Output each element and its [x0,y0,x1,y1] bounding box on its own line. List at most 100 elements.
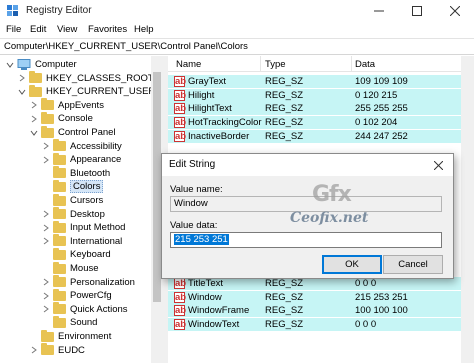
chevron-right-icon[interactable] [42,237,50,245]
chevron-down-icon[interactable] [6,61,14,69]
list-scrollbar[interactable] [461,56,474,363]
tree-item[interactable]: International [42,234,122,248]
list-row[interactable]: ab InactiveBorder REG_SZ 244 247 252 [168,129,474,143]
minimize-button[interactable] [360,0,398,22]
tree-item[interactable]: Computer [6,58,77,71]
folder-icon [53,302,66,315]
value-type: REG_SZ [265,319,304,331]
value-name-label: Value name: [170,184,223,195]
folder-icon [53,193,66,206]
tree-item[interactable]: Accessibility [42,139,122,153]
tree-item[interactable]: Input Method [42,220,125,234]
tree-item[interactable]: Desktop [42,207,105,221]
list-row[interactable]: ab WindowText REG_SZ 0 0 0 [168,318,474,332]
folder-icon [41,125,54,138]
menu-favorites[interactable]: Favorites [88,24,127,35]
list-row[interactable]: ab Window REG_SZ 215 253 251 [168,290,474,304]
value-type: REG_SZ [265,89,304,101]
dialog-close-button[interactable] [423,154,453,176]
value-name: Window [188,291,222,303]
menu-view[interactable]: View [57,24,77,35]
tree-item-label: Bluetooth [70,167,111,179]
chevron-right-icon[interactable] [18,74,26,82]
value-data: 255 255 255 [355,103,408,115]
list-row[interactable]: ab HilightText REG_SZ 255 255 255 [168,102,474,116]
watermark-site: Ceofix.net [290,210,369,226]
string-value-icon: ab [174,103,187,115]
close-button[interactable] [436,0,474,22]
site-watermark: Gfx Ceofix.net [282,182,392,242]
tree-item[interactable]: Colors [42,179,104,194]
chevron-right-icon[interactable] [42,224,50,232]
value-name: TitleText [188,278,224,289]
value-name: HotTrackingColor [188,117,262,129]
column-type[interactable]: Type [265,59,286,70]
list-row[interactable]: ab WindowFrame REG_SZ 100 100 100 [168,304,474,318]
watermark-logo: Gfx [312,182,352,207]
ok-button[interactable]: OK [322,255,382,274]
tree-item[interactable]: Environment [30,329,111,343]
tree-item[interactable]: Console [30,111,93,125]
chevron-right-icon[interactable] [42,305,50,313]
value-data: 109 109 109 [355,76,408,87]
tree-item[interactable]: HKEY_CLASSES_ROOT [18,71,154,85]
chevron-right-icon[interactable] [42,156,50,164]
chevron-right-icon[interactable] [42,142,50,150]
chevron-right-icon[interactable] [30,115,38,123]
value-name-text: Window [174,198,208,209]
folder-icon [53,288,66,301]
tree-item[interactable]: Personalization [42,275,135,289]
tree-item[interactable]: Appearance [42,152,121,166]
folder-icon [41,111,54,124]
list-row[interactable]: ab GrayText REG_SZ 109 109 109 [168,75,474,88]
menu-help[interactable]: Help [134,24,154,35]
tree-scrollbar-thumb[interactable] [153,72,161,302]
no-children-spacer [42,319,50,327]
close-icon [433,160,443,170]
maximize-button[interactable] [398,0,436,22]
tree-item[interactable]: Bluetooth [42,166,111,180]
column-data[interactable]: Data [355,59,375,70]
window-title: Registry Editor [26,5,92,16]
list-row[interactable]: ab HotTrackingColor REG_SZ 0 102 204 [168,116,474,130]
tree-item[interactable]: EUDC [30,343,85,357]
folder-icon [53,247,66,260]
address-bar[interactable]: Computer\HKEY_CURRENT_USER\Control Panel… [0,38,474,55]
chevron-down-icon[interactable] [30,129,38,137]
string-value-icon: ab [174,130,187,142]
column-name[interactable]: Name [176,59,201,70]
folder-icon [29,71,42,84]
chevron-right-icon[interactable] [30,346,38,354]
edit-string-dialog: Edit String Value name: Window Value dat… [161,153,454,279]
menu-edit[interactable]: Edit [30,24,46,35]
list-row[interactable]: ab Hilight REG_SZ 0 120 215 [168,88,474,102]
value-type: REG_SZ [265,291,304,303]
tree-item[interactable]: Cursors [42,193,103,207]
tree-item-label: PowerCfg [70,290,112,302]
value-type: REG_SZ [265,130,304,142]
chevron-right-icon[interactable] [42,278,50,286]
tree-item[interactable]: Control Panel [30,125,116,139]
cancel-button[interactable]: Cancel [383,255,443,274]
tree-item[interactable]: AppEvents [30,98,104,112]
tree-item[interactable]: Sound [42,315,97,329]
tree-item-label: HKEY_CURRENT_USER [46,86,156,98]
tree-item[interactable]: HKEY_CURRENT_USER [18,84,156,98]
chevron-right-icon[interactable] [42,292,50,300]
menu-file[interactable]: File [6,24,21,35]
value-data: 0 120 215 [355,89,398,101]
tree-item[interactable]: Keyboard [42,247,111,261]
dialog-title: Edit String [169,159,216,170]
tree-item[interactable]: PowerCfg [42,288,112,302]
chevron-down-icon[interactable] [18,88,26,96]
tree-item-label: Computer [35,59,77,70]
value-type: REG_SZ [265,305,304,317]
tree-item-label: HKEY_CLASSES_ROOT [46,72,154,84]
value-data-text: 215 253 251 [174,234,229,245]
folder-icon [53,166,66,179]
tree-item[interactable]: Quick Actions [42,302,128,316]
chevron-right-icon[interactable] [30,101,38,109]
chevron-right-icon[interactable] [42,210,50,218]
tree-item[interactable]: Mouse [42,261,99,275]
string-value-icon: ab [174,76,187,87]
